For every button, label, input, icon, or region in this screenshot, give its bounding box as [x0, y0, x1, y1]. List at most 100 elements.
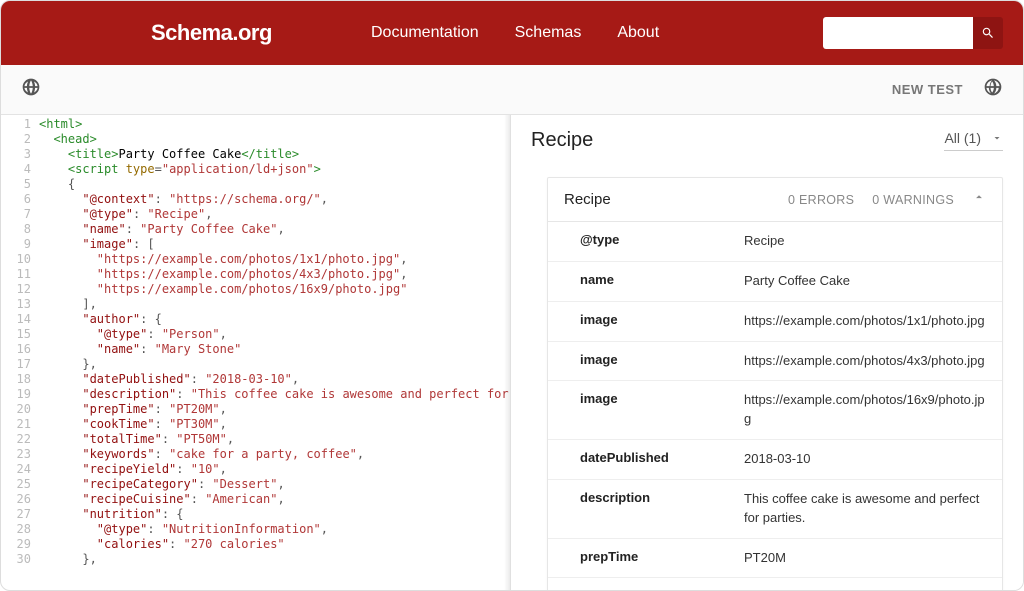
line-number: 12: [1, 282, 39, 297]
prop-value: Party Coffee Cake: [728, 261, 1002, 301]
table-row: imagehttps://example.com/photos/16x9/pho…: [548, 381, 1002, 440]
line-content: "keywords": "cake for a party, coffee",: [39, 447, 376, 462]
line-content: "recipeCategory": "Dessert",: [39, 477, 297, 492]
line-number: 21: [1, 417, 39, 432]
line-number: 5: [1, 177, 39, 192]
chevron-up-icon: [972, 190, 986, 204]
search-input[interactable]: [823, 17, 973, 49]
results-header: Recipe All (1): [531, 129, 1003, 153]
code-line[interactable]: 3 <title>Party Coffee Cake</title>: [1, 147, 510, 162]
code-line[interactable]: 24 "recipeYield": "10",: [1, 462, 510, 477]
prop-value: 2018-03-10: [728, 440, 1002, 480]
code-line[interactable]: 13 ],: [1, 297, 510, 312]
line-number: 13: [1, 297, 39, 312]
code-line[interactable]: 8 "name": "Party Coffee Cake",: [1, 222, 510, 237]
line-number: 28: [1, 522, 39, 537]
line-content: <script type="application/ld+json">: [39, 162, 333, 177]
line-number: 9: [1, 237, 39, 252]
code-line[interactable]: 25 "recipeCategory": "Dessert",: [1, 477, 510, 492]
line-content: "calories": "270 calories": [39, 537, 297, 552]
code-line[interactable]: 12 "https://example.com/photos/16x9/phot…: [1, 282, 510, 297]
result-card-header[interactable]: Recipe 0 ERRORS 0 WARNINGS: [548, 178, 1002, 222]
line-number: 4: [1, 162, 39, 177]
code-line[interactable]: 9 "image": [: [1, 237, 510, 252]
line-number: 17: [1, 357, 39, 372]
table-row: nameParty Coffee Cake: [548, 261, 1002, 301]
code-line[interactable]: 11 "https://example.com/photos/4x3/photo…: [1, 267, 510, 282]
prop-key: @type: [548, 222, 728, 261]
code-line[interactable]: 1<html>: [1, 117, 510, 132]
property-table: @typeRecipenameParty Coffee Cakeimagehtt…: [548, 222, 1002, 590]
line-number: 11: [1, 267, 39, 282]
globe-icon[interactable]: [21, 77, 41, 102]
code-line[interactable]: 17 },: [1, 357, 510, 372]
code-line[interactable]: 21 "cookTime": "PT30M",: [1, 417, 510, 432]
code-line[interactable]: 2 <head>: [1, 132, 510, 147]
line-content: "@type": "Person",: [39, 327, 239, 342]
code-line[interactable]: 18 "datePublished": "2018-03-10",: [1, 372, 510, 387]
line-content: "nutrition": {: [39, 507, 196, 522]
prop-key: prepTime: [548, 538, 728, 578]
code-line[interactable]: 7 "@type": "Recipe",: [1, 207, 510, 222]
primary-nav: Documentation Schemas About: [371, 24, 823, 42]
code-line[interactable]: 4 <script type="application/ld+json">: [1, 162, 510, 177]
code-line[interactable]: 23 "keywords": "cake for a party, coffee…: [1, 447, 510, 462]
chevron-down-icon: [991, 132, 1003, 144]
line-number: 15: [1, 327, 39, 342]
line-content: "totalTime": "PT50M",: [39, 432, 246, 447]
line-content: <head>: [39, 132, 109, 147]
table-row: imagehttps://example.com/photos/4x3/phot…: [548, 341, 1002, 381]
card-collapse[interactable]: [972, 190, 986, 209]
code-line[interactable]: 20 "prepTime": "PT20M",: [1, 402, 510, 417]
prop-value: https://example.com/photos/16x9/photo.jp…: [728, 381, 1002, 440]
nav-schemas[interactable]: Schemas: [515, 24, 582, 42]
brand-logo[interactable]: Schema.org: [151, 20, 351, 46]
line-content: "description": "This coffee cake is awes…: [39, 387, 511, 402]
line-number: 8: [1, 222, 39, 237]
line-number: 24: [1, 462, 39, 477]
code-line[interactable]: 22 "totalTime": "PT50M",: [1, 432, 510, 447]
code-line[interactable]: 10 "https://example.com/photos/1x1/photo…: [1, 252, 510, 267]
line-number: 23: [1, 447, 39, 462]
line-number: 16: [1, 342, 39, 357]
line-number: 3: [1, 147, 39, 162]
card-warnings: 0 WARNINGS: [872, 193, 954, 207]
line-number: 7: [1, 207, 39, 222]
line-content: "name": "Party Coffee Cake",: [39, 222, 297, 237]
nav-about[interactable]: About: [617, 24, 659, 42]
prop-value: This coffee cake is awesome and perfect …: [728, 479, 1002, 538]
code-line[interactable]: 15 "@type": "Person",: [1, 327, 510, 342]
code-line[interactable]: 30 },: [1, 552, 510, 567]
line-content: <html>: [39, 117, 94, 132]
code-line[interactable]: 6 "@context": "https://schema.org/",: [1, 192, 510, 207]
line-content: "prepTime": "PT20M",: [39, 402, 239, 417]
code-line[interactable]: 19 "description": "This coffee cake is a…: [1, 387, 510, 402]
code-line[interactable]: 14 "author": {: [1, 312, 510, 327]
nav-documentation[interactable]: Documentation: [371, 24, 479, 42]
line-number: 27: [1, 507, 39, 522]
code-line[interactable]: 27 "nutrition": {: [1, 507, 510, 522]
language-icon[interactable]: [983, 77, 1003, 102]
code-line[interactable]: 26 "recipeCuisine": "American",: [1, 492, 510, 507]
prop-key: name: [548, 261, 728, 301]
line-content: "@type": "NutritionInformation",: [39, 522, 340, 537]
new-test-button[interactable]: NEW TEST: [892, 82, 963, 97]
code-line[interactable]: 16 "name": "Mary Stone": [1, 342, 510, 357]
table-row: descriptionThis coffee cake is awesome a…: [548, 479, 1002, 538]
line-number: 25: [1, 477, 39, 492]
search-button[interactable]: [973, 17, 1003, 49]
table-row: prepTimePT20M: [548, 538, 1002, 578]
code-editor[interactable]: 1<html>2 <head>3 <title>Party Coffee Cak…: [1, 115, 511, 590]
results-pane: Recipe All (1) Recipe 0 ERRORS 0 WARNING…: [511, 115, 1023, 590]
line-number: 26: [1, 492, 39, 507]
prop-value: https://example.com/photos/1x1/photo.jpg: [728, 301, 1002, 341]
line-content: "recipeCuisine": "American",: [39, 492, 297, 507]
prop-key: cookTime: [548, 578, 728, 590]
code-line[interactable]: 29 "calories": "270 calories": [1, 537, 510, 552]
code-line[interactable]: 28 "@type": "NutritionInformation",: [1, 522, 510, 537]
results-filter[interactable]: All (1): [944, 130, 1003, 151]
code-line[interactable]: 5 {: [1, 177, 510, 192]
line-content: "author": {: [39, 312, 174, 327]
line-content: ],: [39, 297, 109, 312]
line-content: "https://example.com/photos/4x3/photo.jp…: [39, 267, 419, 282]
